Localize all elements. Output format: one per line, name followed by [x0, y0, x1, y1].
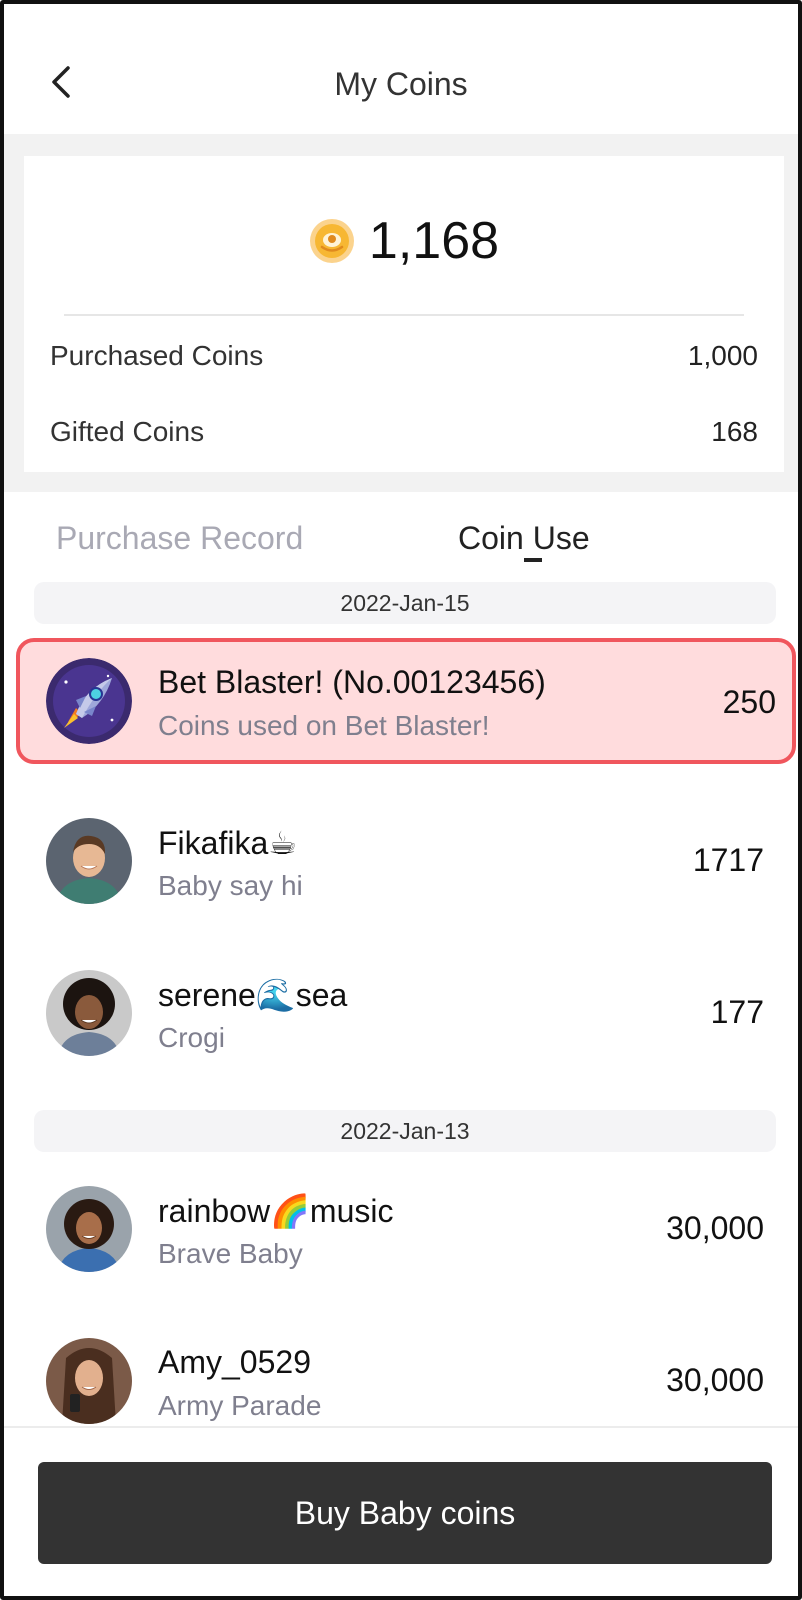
buy-coins-button[interactable]: Buy Baby coins — [38, 1462, 772, 1564]
record-name: rainbow🌈music — [158, 1193, 394, 1229]
tab-purchase-record[interactable]: Purchase Record — [56, 520, 303, 557]
coin-icon — [309, 219, 354, 263]
record-amount: 177 — [710, 994, 764, 1030]
record-description: Coins used on Bet Blaster! — [158, 710, 490, 741]
page-title: My Coins — [334, 66, 468, 102]
gifted-coins-row: Gifted Coins 168 — [50, 412, 758, 452]
user-photo-icon — [46, 970, 132, 1056]
rocket-icon — [46, 658, 132, 744]
purchased-coins-label: Purchased Coins — [50, 340, 264, 371]
header: My Coins — [4, 4, 798, 134]
user-photo-icon — [46, 1186, 132, 1272]
record-amount: 30,000 — [666, 1362, 764, 1398]
phone-frame: My Coins 1,168 Purchased Coins 1,000 Gif… — [0, 0, 802, 1600]
user-photo-icon — [46, 818, 132, 904]
tab-bar: Purchase Record Coin Use — [4, 514, 798, 574]
balance-total: 1,168 — [24, 206, 784, 276]
record-name: serene🌊sea — [158, 977, 348, 1013]
avatar — [46, 658, 132, 744]
record-description: Crogi — [158, 1022, 225, 1053]
purchased-coins-value: 1,000 — [687, 340, 758, 371]
record-name: Bet Blaster! (No.00123456) — [158, 664, 546, 700]
avatar — [46, 818, 132, 904]
avatar — [46, 970, 132, 1056]
avatar — [46, 1338, 132, 1424]
avatar — [46, 1186, 132, 1272]
date-header: 2022-Jan-13 — [34, 1110, 776, 1152]
gifted-coins-label: Gifted Coins — [50, 416, 205, 447]
list-item[interactable]: rainbow🌈music Brave Baby 30,000 — [34, 1164, 786, 1284]
purchased-coins-row: Purchased Coins 1,000 — [50, 336, 758, 376]
list-item[interactable]: Amy_0529 Army Parade 30,000 — [34, 1316, 786, 1436]
record-name: Fikafika☕ — [158, 825, 297, 861]
list-item[interactable]: Fikafika☕ Baby say hi 1717 — [34, 796, 786, 916]
record-description: Brave Baby — [158, 1238, 303, 1269]
list-item[interactable]: Bet Blaster! (No.00123456) Coins used on… — [16, 638, 796, 764]
active-tab-indicator — [524, 558, 542, 562]
list-item[interactable]: serene🌊sea Crogi 177 — [34, 948, 786, 1068]
user-photo-icon — [46, 1338, 132, 1424]
gifted-coins-value: 168 — [711, 416, 758, 447]
record-amount: 250 — [722, 684, 776, 720]
record-amount: 30,000 — [666, 1210, 764, 1246]
footer: Buy Baby coins — [4, 1426, 798, 1596]
tab-coin-use[interactable]: Coin Use — [458, 520, 590, 557]
record-description: Army Parade — [158, 1390, 322, 1421]
record-description: Baby say hi — [158, 870, 303, 901]
divider — [64, 314, 744, 316]
record-name: Amy_0529 — [158, 1344, 311, 1380]
balance-value: 1,168 — [368, 212, 500, 270]
record-amount: 1717 — [692, 842, 764, 878]
balance-card: 1,168 Purchased Coins 1,000 Gifted Coins… — [24, 156, 784, 472]
date-header: 2022-Jan-15 — [34, 582, 776, 624]
